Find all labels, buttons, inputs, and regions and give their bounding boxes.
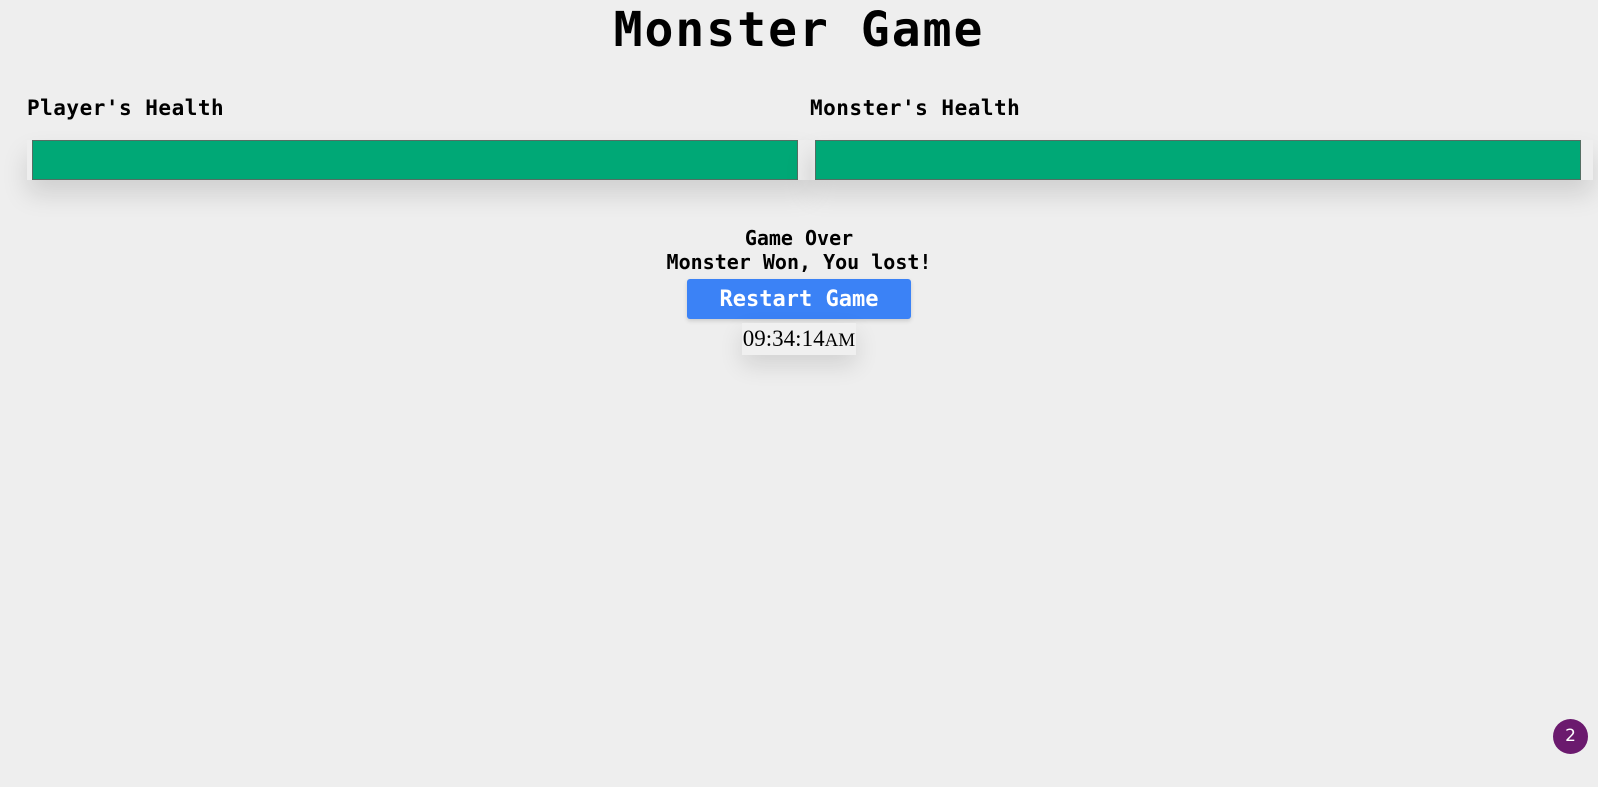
game-title: Monster Game — [613, 2, 985, 58]
monster-health-bar — [815, 140, 1581, 180]
player-health-card — [27, 140, 810, 180]
notification-badge[interactable]: 2 — [1553, 719, 1588, 754]
game-over-title: Game Over — [744, 226, 854, 250]
game-over-panel: Game Over Monster Won, You lost! — [0, 226, 1598, 274]
player-health-label: Player's Health — [27, 96, 225, 120]
player-health-fill — [33, 141, 797, 179]
monster-health-fill — [816, 141, 1580, 179]
clock-ampm: AM — [824, 330, 856, 351]
monster-health-section: Monster's Health — [810, 96, 1593, 180]
clock-time: 09:34:14 — [742, 326, 825, 351]
monster-health-card — [810, 140, 1593, 180]
restart-game-button[interactable]: Restart Game — [687, 279, 911, 319]
monster-health-label: Monster's Health — [810, 96, 1021, 120]
player-health-bar — [32, 140, 798, 180]
game-over-message: Monster Won, You lost! — [666, 250, 932, 274]
clock-display: 09:34:14AM — [742, 323, 856, 355]
player-health-section: Player's Health — [27, 96, 810, 180]
